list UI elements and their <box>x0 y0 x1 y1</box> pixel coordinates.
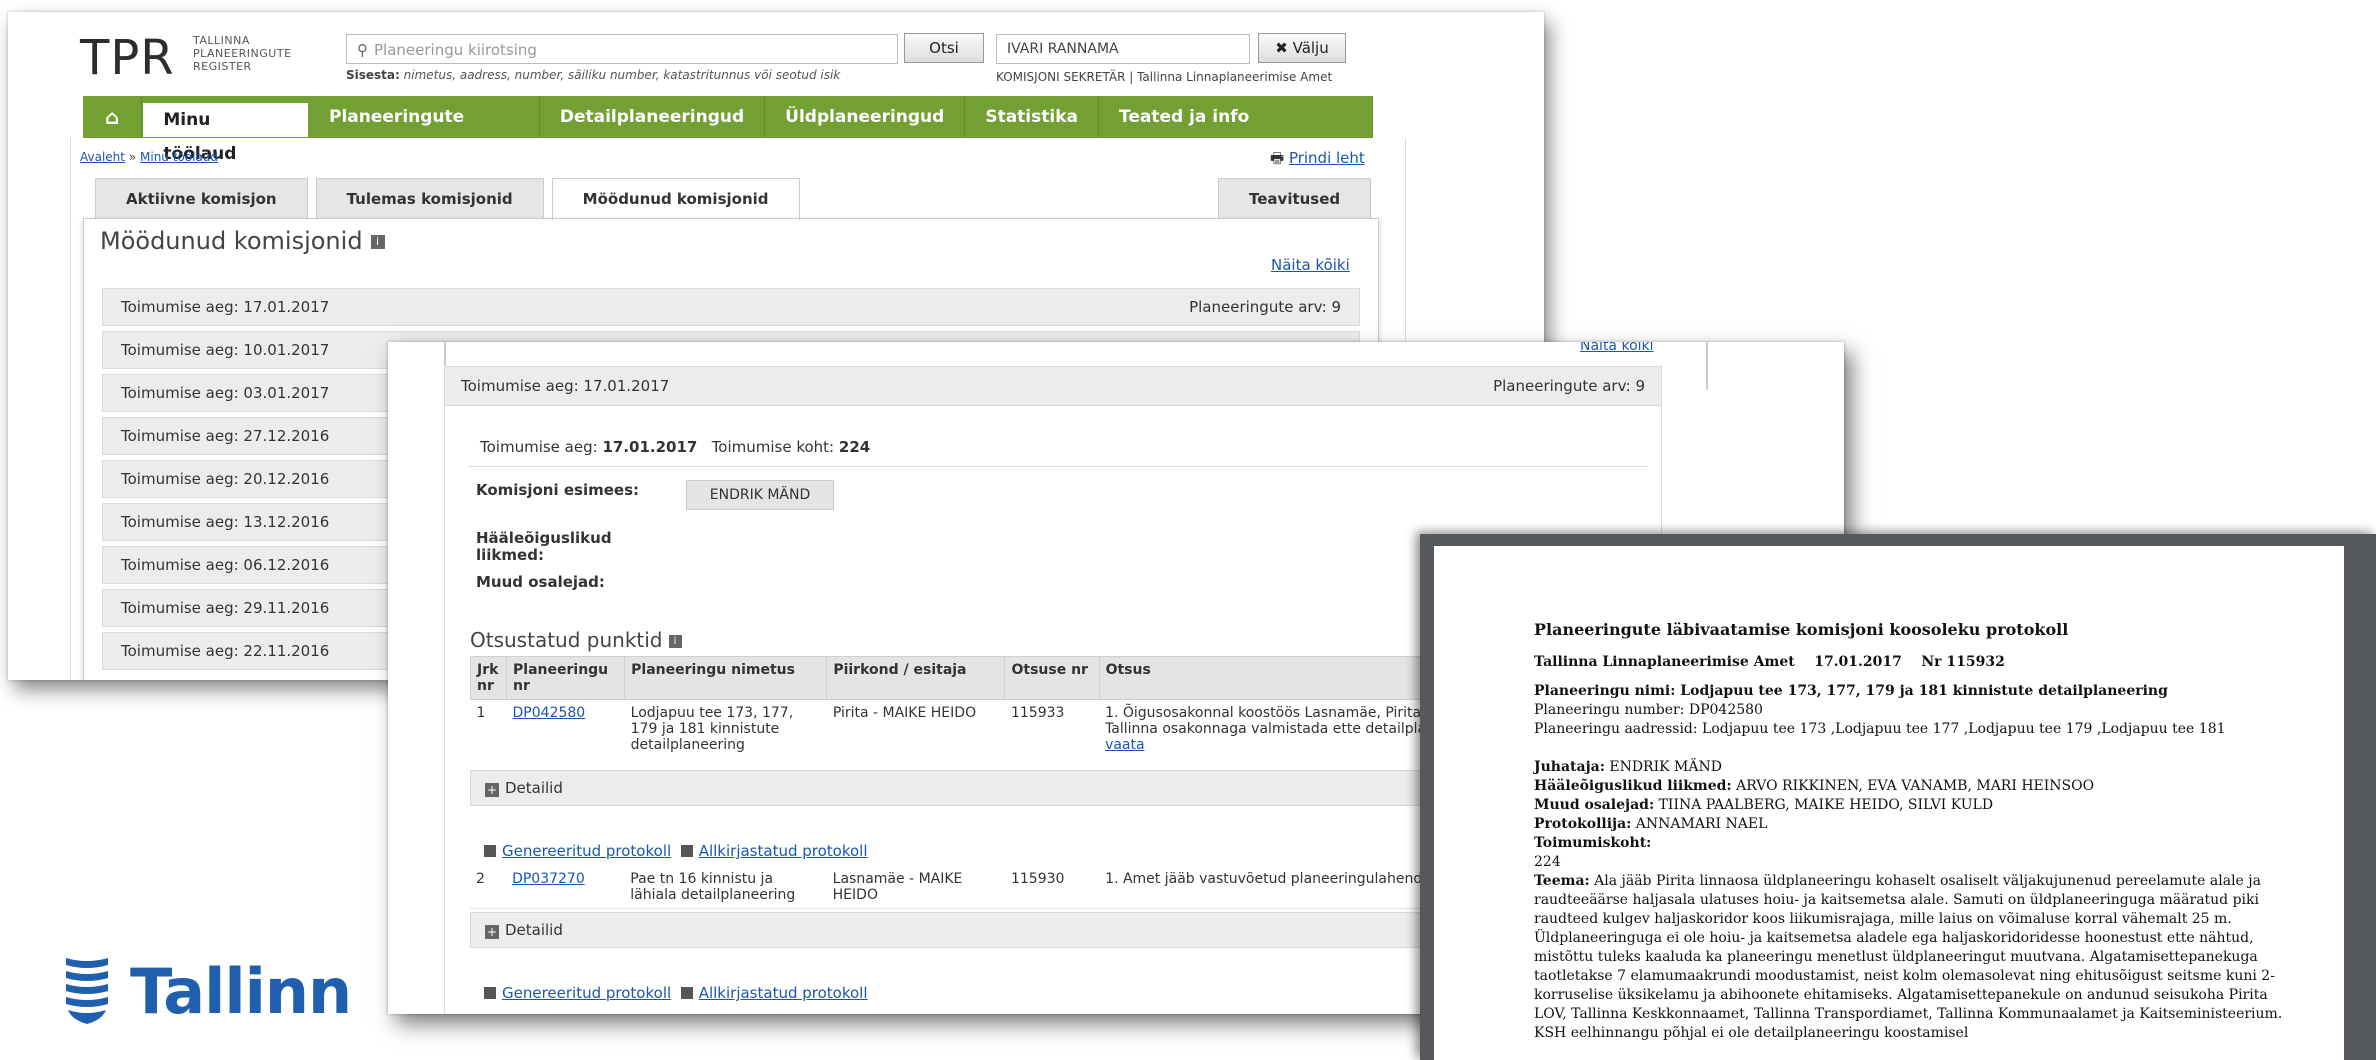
search-button[interactable]: Otsi <box>904 33 984 63</box>
nav-my-desk[interactable]: Minu töölaud <box>142 102 310 164</box>
table-header: Jrk nr Planeeringu nr Planeeringu nimetu… <box>469 656 1511 700</box>
search-icon: ⚲ <box>357 41 368 59</box>
tpr-logo-subtitle: TALLINNA PLANEERINGUTE REGISTER <box>193 34 292 73</box>
col-header: Otsuse nr <box>1004 656 1100 700</box>
tab-active-committee[interactable]: Aktiivne komisjon <box>95 178 308 218</box>
frame-line <box>1706 342 1708 390</box>
committee-row[interactable]: Toimumise aeg: 17.01.2017 Planeeringute a… <box>102 288 1360 326</box>
search-help: Sisesta: nimetus, aadress, number, säili… <box>346 68 841 82</box>
user-role: KOMISJONI SEKRETÄR | Tallinna Linnaplane… <box>996 70 1333 84</box>
protocol-links: Genereeritud protokoll Allkirjastatud pr… <box>484 984 868 1002</box>
logout-button[interactable]: ✖ Välju <box>1258 33 1346 63</box>
breadcrumb-home[interactable]: Avaleht <box>80 150 125 164</box>
info-icon[interactable]: i <box>668 635 682 648</box>
print-link[interactable]: 🖶 Prindi leht <box>1270 148 1365 173</box>
decisions-title: Otsustatud punktid i <box>470 628 682 652</box>
voting-members-label: Hääleõiguslikud liikmed: <box>476 529 612 564</box>
doc-plan-number: Planeeringu number: DP042580 <box>1534 702 1763 718</box>
chair-value: ENDRIK MÄND <box>686 480 834 510</box>
tallinn-wordmark: Tallinn <box>130 954 352 1028</box>
nav-statistics[interactable]: Statistika <box>965 96 1099 138</box>
nav-notices[interactable]: Teated ja info kasutajale <box>1099 96 1374 169</box>
user-name-field: IVARI RANNAMA <box>996 34 1250 64</box>
divider <box>468 466 1648 467</box>
generated-protocol-link[interactable]: Genereeritud protokoll <box>502 984 671 1002</box>
doc-plan-name: Planeeringu nimi: Lodjapuu tee 173, 177,… <box>1534 683 2168 699</box>
document-page: Planeeringute läbivaatamise komisjoni ko… <box>1434 546 2344 1060</box>
close-icon: ✖ <box>1275 39 1293 57</box>
protocol-links: Genereeritud protokoll Allkirjastatud pr… <box>484 842 868 860</box>
generated-protocol-link[interactable]: Genereeritud protokoll <box>502 842 671 860</box>
show-all-link[interactable]: Näita kõiki <box>1271 256 1350 274</box>
document-icon <box>680 987 693 999</box>
plan-link[interactable]: DP042580 <box>513 705 586 721</box>
table-row: 1 DP042580 Lodjapuu tee 173, 177, 179 ja… <box>470 699 1510 776</box>
home-icon[interactable]: ⌂ <box>83 96 143 138</box>
signed-protocol-link[interactable]: Allkirjastatud protokoll <box>699 984 868 1002</box>
col-header: Planeeringu nimetus <box>624 656 828 700</box>
search-input[interactable]: ⚲ Planeeringu kiirotsing <box>346 34 898 64</box>
tallinn-logo: Tallinn <box>62 954 352 1028</box>
panel-title: Möödunud komisjonid i <box>100 227 385 255</box>
plus-icon: + <box>485 783 499 797</box>
decisions-table: Jrk nr Planeeringu nr Planeeringu nimetu… <box>469 656 1511 776</box>
protocol-text: Planeeringute läbivaatamise komisjoni ko… <box>1534 620 2294 1043</box>
signed-protocol-link[interactable]: Allkirjastatud protokoll <box>699 842 868 860</box>
tab-notifications[interactable]: Teavitused <box>1218 178 1372 218</box>
show-all-link[interactable]: Näita kõiki <box>1580 342 1654 354</box>
document-icon <box>680 845 693 857</box>
col-header: Jrk nr <box>469 656 508 700</box>
tpr-logo[interactable]: TPR <box>80 30 175 86</box>
doc-org-line: Tallinna Linnaplaneerimise Amet 17.01.20… <box>1534 654 2005 670</box>
tallinn-crest-icon <box>66 958 108 1024</box>
view-link[interactable]: vaata <box>1105 737 1145 753</box>
doc-keeper: Protokollija: ANNAMARI NAEL <box>1534 816 1768 832</box>
col-header: Piirkond / esitaja <box>826 656 1006 700</box>
doc-topic: Teema: Ala jääb Pirita linnaosa üldplane… <box>1534 873 2283 1041</box>
chair-label: Komisjoni esimees: <box>476 481 640 499</box>
nav-general-plans[interactable]: Üldplaneeringud <box>765 96 966 138</box>
committee-header[interactable]: Toimumise aeg: 17.01.2017 Planeeringute a… <box>444 366 1662 406</box>
printer-icon: 🖶 <box>1270 149 1289 167</box>
doc-place-value: 224 <box>1534 854 1561 870</box>
other-participants-label: Muud osalejad: <box>476 573 605 591</box>
nav-plans-map[interactable]: Planeeringute kaart <box>309 96 540 169</box>
breadcrumb: Avaleht » Minu töölaud <box>80 150 219 164</box>
doc-title: Planeeringute läbivaatamise komisjoni ko… <box>1534 620 2069 639</box>
table-row: 2 DP037270 Pae tn 16 kinnistu ja lähiala… <box>470 866 1510 909</box>
committee-tabs: Aktiivne komisjon Tulemas komisjonid Möö… <box>95 178 808 220</box>
plus-icon: + <box>485 925 499 939</box>
doc-plan-address: Planeeringu aadressid: Lodjapuu tee 173 … <box>1534 721 2226 737</box>
doc-others: Muud osalejad: TIINA PAALBERG, MAIKE HEI… <box>1534 797 1994 813</box>
document-icon <box>484 845 496 857</box>
meeting-meta: Toimumise aeg: 17.01.2017 Toimumise koht… <box>480 438 871 456</box>
info-icon[interactable]: i <box>370 235 385 249</box>
plan-link[interactable]: DP037270 <box>512 871 585 887</box>
col-header: Planeeringu nr <box>506 656 626 700</box>
nav-detail-plans[interactable]: Detailplaneeringud <box>540 96 766 138</box>
doc-place: Toimumiskoht: <box>1534 835 1652 851</box>
protocol-document-viewer: Planeeringute läbivaatamise komisjoni ko… <box>1420 534 2376 1060</box>
tab-past-committees[interactable]: Möödunud komisjonid <box>551 178 800 220</box>
document-icon <box>484 987 496 999</box>
doc-voting: Hääleõiguslikud liikmed: ARVO RIKKINEN, … <box>1534 778 2095 794</box>
main-nav: ⌂ Minu töölaud Planeeringute kaart Detai… <box>83 96 1374 169</box>
breadcrumb-current[interactable]: Minu töölaud <box>140 150 218 164</box>
tab-upcoming-committees[interactable]: Tulemas komisjonid <box>315 178 544 218</box>
doc-chair: Juhataja: ENDRIK MÄND <box>1534 759 1722 775</box>
decisions-table-cont: 2 DP037270 Pae tn 16 kinnistu ja lähiala… <box>470 866 1510 909</box>
